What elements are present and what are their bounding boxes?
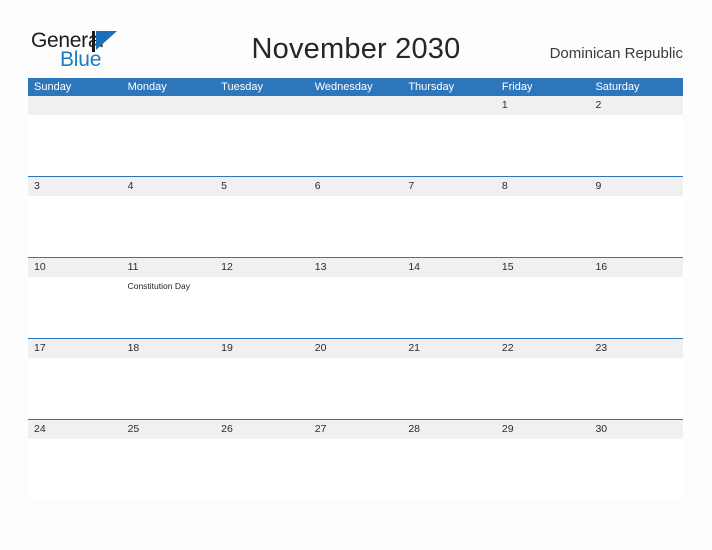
calendar-day-cell[interactable]: 12 [215,258,309,338]
day-number: 5 [221,180,227,192]
day-number: 21 [408,342,420,354]
day-number: 16 [595,261,608,273]
day-number: 3 [34,180,40,192]
day-number: 4 [127,180,134,192]
day-number: 8 [501,180,508,192]
day-number: 2 [595,99,602,111]
weekday-header-friday: Friday [501,81,533,93]
day-number: 10 [34,261,46,273]
weekday-header-tuesday: Tuesday [221,81,263,93]
calendar-day-cell[interactable]: 22 [496,339,590,419]
calendar-day-cell[interactable]: 27 [309,420,403,500]
calendar-day-cell[interactable] [215,96,309,176]
weekday-header-monday: Monday [127,81,167,93]
calendar-day-cell[interactable]: 29 [496,420,590,500]
calendar-day-cell[interactable]: 30 [589,420,683,500]
calendar-week-row: 24 25 26 27 28 29 30 [28,419,683,500]
calendar-day-cell[interactable]: 6 [309,177,403,257]
day-number: 24 [34,423,46,435]
page-header: General Blue November 2030 Dominican Rep… [0,0,712,78]
day-number [315,96,403,115]
calendar-day-cell[interactable]: 9 [589,177,683,257]
day-number: 15 [501,261,514,273]
calendar-day-cell[interactable]: 19 [215,339,309,419]
weekday-header-thursday: Thursday [408,81,455,93]
calendar-day-cell[interactable] [309,96,403,176]
calendar-day-cell[interactable]: 18 [122,339,216,419]
calendar-day-cell[interactable]: 25 [122,420,216,500]
calendar-day-cell[interactable]: 10 [28,258,122,338]
calendar-day-cell[interactable]: 21 [402,339,496,419]
calendar-day-cell[interactable]: 11 Constitution Day [122,258,216,338]
day-number: 30 [595,423,608,435]
day-number: 1 [501,99,508,111]
calendar-day-cell[interactable]: 13 [309,258,403,338]
weekday-header-sunday: Sunday [34,81,72,93]
calendar-day-cell[interactable]: 28 [402,420,496,500]
day-number: 27 [314,423,327,435]
day-event: Constitution Day [127,281,190,291]
day-number: 9 [595,180,602,192]
calendar-week-row: 1 2 [28,96,683,176]
day-number: 6 [314,180,321,192]
country-label: Dominican Republic [549,45,683,62]
calendar-day-cell[interactable]: 14 [402,258,496,338]
weekday-header-wednesday: Wednesday [314,81,373,93]
day-number [128,96,216,115]
calendar-day-cell[interactable]: 24 [28,420,122,500]
calendar-day-cell[interactable]: 20 [309,339,403,419]
calendar-grid: Sunday Monday Tuesday Wednesday Thursday… [28,78,683,500]
calendar-week-row: 17 18 19 20 21 22 23 [28,338,683,419]
day-number [408,96,496,115]
day-number: 22 [501,342,514,354]
day-number: 11 [127,261,139,273]
weekday-header-saturday: Saturday [595,81,640,93]
calendar-day-cell[interactable]: 23 [589,339,683,419]
calendar-day-cell[interactable]: 26 [215,420,309,500]
day-number: 28 [408,423,420,435]
day-number: 14 [408,261,420,273]
calendar-day-cell[interactable] [28,96,122,176]
day-number: 19 [221,342,233,354]
day-number: 26 [221,423,233,435]
day-number: 23 [595,342,608,354]
calendar-week-row: 10 11 Constitution Day 12 13 14 15 16 [28,257,683,338]
calendar-day-cell[interactable]: 2 [589,96,683,176]
day-number: 25 [127,423,140,435]
day-number: 18 [127,342,140,354]
calendar-day-cell[interactable]: 4 [122,177,216,257]
day-number: 12 [221,261,233,273]
day-number: 13 [314,261,327,273]
day-number [221,96,309,115]
weekday-header-row: Sunday Monday Tuesday Wednesday Thursday… [28,78,683,96]
day-number: 29 [501,423,514,435]
day-number: 7 [408,180,415,192]
calendar-day-cell[interactable] [402,96,496,176]
calendar-day-cell[interactable]: 15 [496,258,590,338]
calendar-day-cell[interactable]: 1 [496,96,590,176]
calendar-day-cell[interactable]: 3 [28,177,122,257]
calendar-day-cell[interactable]: 17 [28,339,122,419]
calendar-week-row: 3 4 5 6 7 8 9 [28,176,683,257]
calendar-day-cell[interactable]: 8 [496,177,590,257]
day-number [34,96,122,115]
day-number: 20 [314,342,327,354]
calendar-day-cell[interactable] [122,96,216,176]
calendar-page: General Blue November 2030 Dominican Rep… [0,0,712,550]
calendar-day-cell[interactable]: 5 [215,177,309,257]
day-number: 17 [34,342,46,354]
calendar-day-cell[interactable]: 7 [402,177,496,257]
calendar-day-cell[interactable]: 16 [589,258,683,338]
